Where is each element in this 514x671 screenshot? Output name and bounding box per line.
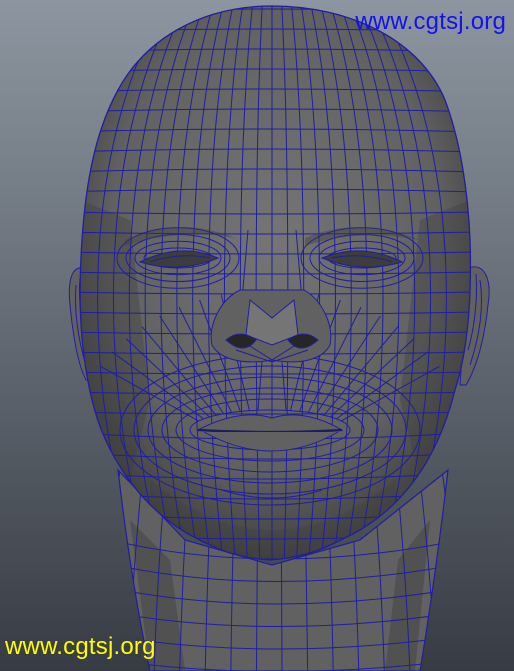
watermark-bottom: www.cgtsj.org <box>5 633 156 660</box>
head-mesh-render[interactable] <box>0 0 514 671</box>
watermark-top: www.cgtsj.org <box>355 8 506 35</box>
3d-viewport[interactable]: www.cgtsj.org www.cgtsj.org <box>0 0 514 671</box>
